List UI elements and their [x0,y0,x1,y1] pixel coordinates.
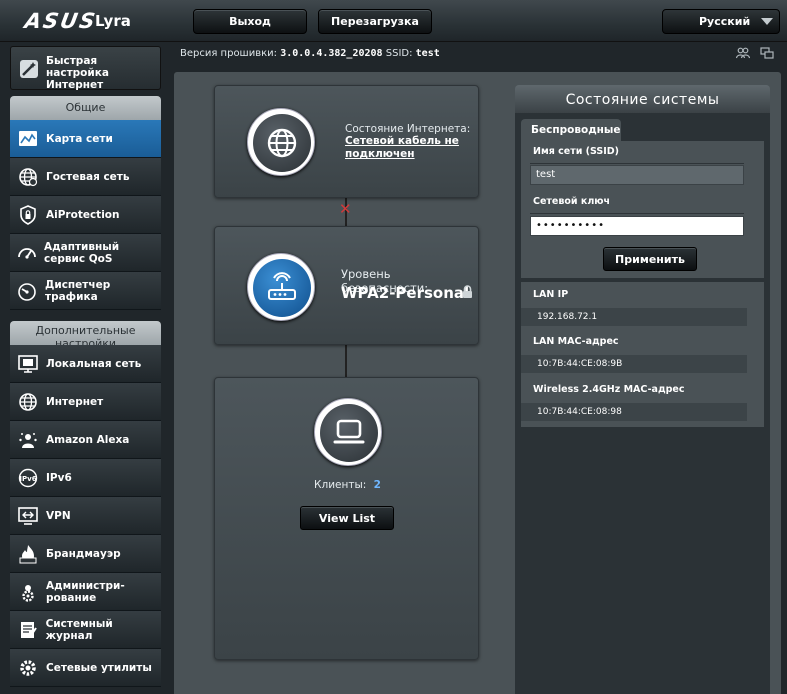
advanced-section-header: Дополнительные настройки [10,321,161,345]
ssid-input[interactable]: test [530,165,744,185]
sidebar-item-label: Диспетчер трафика [44,278,111,303]
sidebar-item-network-tools[interactable]: Сетевые утилиты [10,649,161,687]
sidebar-item-adaptive-qos[interactable]: Адаптивный сервис QoS [10,234,161,272]
firmware-label: Версия прошивки: [180,48,278,59]
wireless-mac-label: Wireless 2.4GHz MAC-адрес [533,384,685,395]
sidebar-item-label: Amazon Alexa [46,433,130,446]
shield-icon [17,204,39,226]
network-key-input[interactable]: •••••••••• [530,216,744,236]
sidebar-item-lan[interactable]: Локальная сеть [10,345,161,383]
top-bar: ASUS Lyra Выход Перезагрузка Русский [0,0,787,42]
clients-label: Клиенты: [314,479,367,491]
lan-icon [17,353,39,375]
globe-icon [17,391,39,413]
globe-icon [253,114,311,172]
sidebar-item-label: Гостевая сеть [46,170,130,183]
lock-icon [462,283,473,302]
ssid-value: test [415,48,440,59]
internet-circle[interactable] [247,108,315,176]
sidebar-item-label: Карта сети [46,132,113,145]
internet-status-label: Состояние Интернета: [345,123,471,135]
model-name: Lyra [95,12,131,30]
general-section-header: Общие [10,96,161,120]
internet-card[interactable]: Состояние Интернета: Сетевой кабель не п… [214,85,479,198]
sidebar-item-traffic-manager[interactable]: Диспетчер трафика [10,272,161,310]
vpn-icon [17,505,39,527]
sidebar-item-administration[interactable]: Администри-рование [10,573,161,611]
sidebar-item-label: Администри-рование [46,579,125,604]
logout-button[interactable]: Выход [193,9,307,34]
router-circle[interactable] [247,253,315,321]
wireless-mac-value: 10:7B:44:CE:08:98 [521,403,747,421]
sidebar-item-amazon-alexa[interactable]: Amazon Alexa [10,421,161,459]
wand-icon [18,58,40,84]
lan-mac-label: LAN MAC-адрес [533,336,619,347]
divider [530,213,744,214]
language-label: Русский [699,15,751,28]
sidebar-item-label: IPv6 [46,471,72,484]
sidebar-item-label: VPN [46,509,71,522]
firmware-info: Версия прошивки: 3.0.0.4.382_20208 SSID:… [180,48,440,59]
sidebar-item-label: Брандмауэр [46,547,121,560]
asus-logo: ASUS [22,9,99,33]
traffic-gauge-icon [17,280,38,302]
internet-status-link[interactable]: Сетевой кабель не подключен [345,135,470,161]
admin-gear-icon [17,581,39,603]
ssid-label: SSID: [385,48,413,59]
sidebar-item-label: Системный журнал [45,617,113,642]
quick-setup-label: Быстрая настройка Интернет [46,55,109,91]
alexa-icon [17,429,39,451]
sidebar-item-internet[interactable]: Интернет [10,383,161,421]
lan-mac-value: 10:7B:44:CE:08:9B [521,355,747,373]
tab-wireless[interactable]: Беспроводные [521,119,621,141]
sidebar-item-label: Локальная сеть [46,357,142,370]
ipv6-icon: IPv6 [17,467,39,489]
sidebar-item-network-map[interactable]: Карта сети [10,120,161,158]
sidebar-item-guest-network[interactable]: Гостевая сеть [10,158,161,196]
sidebar-item-ipv6[interactable]: IPv6 IPv6 [10,459,161,497]
apply-button[interactable]: Применить [603,247,697,271]
sidebar-item-label: Адаптивный сервис QoS [44,240,120,265]
firewall-icon [17,543,39,565]
router-icon [253,259,311,317]
clients-line: Клиенты: 2 [215,479,480,491]
network-key-label: Сетевой ключ [533,196,611,207]
sidebar-item-firewall[interactable]: Брандмауэр [10,535,161,573]
network-map-icon [17,128,39,150]
lan-ip-value: 192.168.72.1 [521,308,747,326]
disconnected-x-icon: ✕ [339,200,352,218]
clients-circle[interactable] [314,398,382,466]
reboot-button[interactable]: Перезагрузка [318,9,432,34]
view-list-button[interactable]: View List [300,506,394,530]
sidebar-item-vpn[interactable]: VPN [10,497,161,535]
svg-text:IPv6: IPv6 [19,475,36,483]
clients-count[interactable]: 2 [374,479,381,491]
system-log-icon [17,619,39,641]
clients-link-line [345,345,347,377]
security-level-value: WPA2-Personal [341,284,470,302]
guest-network-icon [17,166,39,188]
users-icon[interactable] [735,47,751,62]
router-admin-page: ASUS Lyra Выход Перезагрузка Русский Вер… [0,0,787,694]
copy-windows-icon[interactable] [760,47,774,62]
network-tools-icon [17,657,39,679]
sidebar-item-label: Интернет [46,395,104,408]
lan-ip-label: LAN IP [533,289,569,300]
clients-card[interactable]: Клиенты: 2 View List [214,377,479,660]
router-card[interactable]: Уровень безопасности: WPA2-Personal [214,226,479,345]
quick-setup-button[interactable]: Быстрая настройка Интернет [10,46,161,91]
ssid-field-label: Имя сети (SSID) [533,146,620,157]
language-select[interactable]: Русский [662,9,780,34]
system-status-title: Состояние системы [515,85,770,113]
chevron-down-icon [761,18,773,25]
firmware-version: 3.0.0.4.382_20208 [280,48,383,59]
sidebar-item-system-log[interactable]: Системный журнал [10,611,161,649]
sidebar-item-label: AiProtection [46,208,120,221]
divider [530,163,744,164]
sidebar-item-aiprotection[interactable]: AiProtection [10,196,161,234]
qos-gauge-icon [17,242,37,264]
sidebar-item-label: Сетевые утилиты [46,661,152,674]
computer-icon [320,404,378,462]
